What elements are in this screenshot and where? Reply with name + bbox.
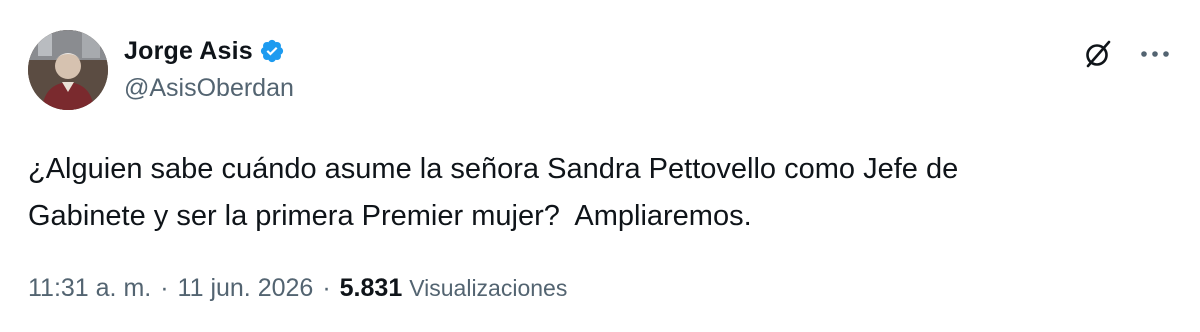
author-block: Jorge Asis @AsisOberdan (124, 34, 294, 103)
views-count[interactable]: 5.831 (340, 274, 403, 303)
avatar[interactable] (28, 30, 108, 110)
tweet-top-actions (1080, 36, 1172, 72)
author-display-name[interactable]: Jorge Asis (124, 37, 253, 66)
tweet-time[interactable]: 11:31 a. m. (28, 274, 151, 303)
avatar-image (28, 30, 108, 110)
grok-icon[interactable] (1080, 36, 1116, 72)
author-name-row: Jorge Asis (124, 34, 294, 68)
tweet-date[interactable]: 11 jun. 2026 (178, 274, 314, 303)
views-label[interactable]: Visualizaciones (409, 275, 567, 302)
author-handle[interactable]: @AsisOberdan (124, 74, 294, 103)
verified-badge-icon[interactable] (259, 38, 285, 64)
tweet-text: ¿Alguien sabe cuándo asume la señora San… (28, 153, 959, 232)
more-dots-icon[interactable] (1138, 36, 1172, 72)
tweet-card: Jorge Asis @AsisOberdan ¿Alguien sabe cu… (0, 0, 1200, 332)
meta-separator: · (160, 274, 169, 302)
meta-separator-2: · (322, 274, 331, 302)
tweet-meta: 11:31 a. m. · 11 jun. 2026 · 5.831 Visua… (28, 274, 567, 303)
